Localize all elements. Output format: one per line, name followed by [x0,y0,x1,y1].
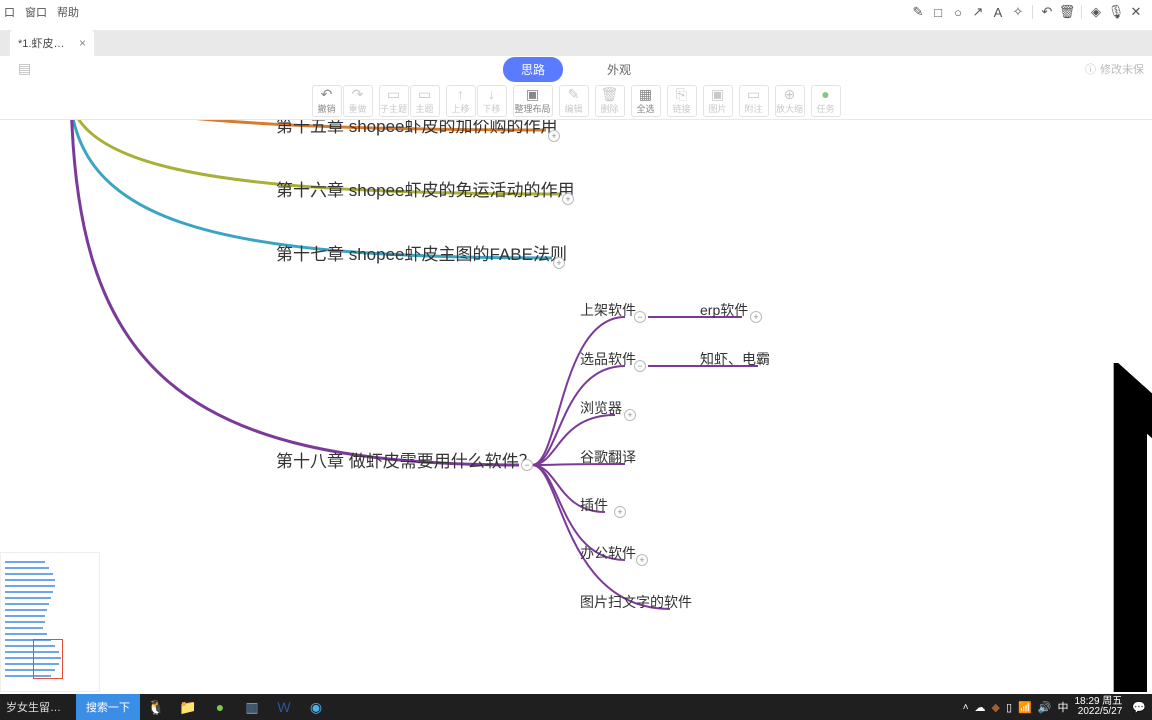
toolbar: ↶撤销 ↷重做 ▭子主题 ▭主题 ↑上移 ↓下移 ▣整理布局 ✎编辑 🗑删除 ▦… [0,82,1152,120]
menu-help[interactable]: 帮助 [57,4,79,20]
taskbar-clock[interactable]: 18:29 周五 2022/5/27 [1074,697,1126,717]
node-office-sw[interactable]: 办公软件 [580,543,636,563]
expand-ch15[interactable]: + [548,130,560,142]
viewmode-pill: 思路 外观 [503,57,649,82]
taskbar-app-notes[interactable]: ▥ [236,694,268,720]
menu-window[interactable]: 窗口 [25,4,47,20]
tab-row: *1.虾皮实… × [0,30,1152,56]
outline-icon[interactable]: ▤ [18,60,31,77]
menu-file[interactable]: 口 [4,4,15,20]
arrow-icon[interactable]: ↗ [968,2,988,22]
node-zhixia-dianba[interactable]: 知虾、电霸 [700,349,770,369]
taskbar-app-explorer[interactable]: 📁 [172,694,204,720]
square-icon[interactable]: □ [928,2,948,22]
collapse-listing-sw[interactable]: − [634,311,646,323]
node-selection-sw[interactable]: 选品软件 [580,349,636,369]
modify-unsaved-text: 修改未保 [1100,61,1144,77]
tray-notification-icon[interactable]: 💬 [1132,701,1146,714]
toolbar-note[interactable]: ▭附注 [739,85,769,117]
info-icon: ⓘ [1085,61,1096,77]
collapse-selection-sw[interactable]: − [634,360,646,372]
expand-erp-sw[interactable]: + [750,311,762,323]
expand-ch16[interactable]: + [562,193,574,205]
node-listing-sw[interactable]: 上架软件 [580,300,636,320]
node-chapter-16[interactable]: 第十六章 shopee虾皮的免运活动的作用 [276,176,575,201]
toolbar-up[interactable]: ↑上移 [446,85,476,117]
tray-ime-label[interactable]: 中 [1057,699,1068,715]
taskbar-tray: ˄ ☁ ◆ ▯ 📶 🔊 中 18:29 周五 2022/5/27 💬 [963,697,1152,717]
close-icon[interactable]: ✕ [1126,2,1146,22]
menubar: 口 窗口 帮助 [0,0,79,24]
node-plugin[interactable]: 插件 [580,495,608,515]
viewmode-appearance[interactable]: 外观 [589,57,649,82]
mic-icon[interactable]: 🎙 [1106,2,1126,22]
taskbar-app-word[interactable]: W [268,694,300,720]
sound-icon[interactable]: ◈ [1086,2,1106,22]
expand-office-sw[interactable]: + [636,554,648,566]
tray-wifi-icon[interactable]: 📶 [1018,701,1032,714]
circle-icon[interactable]: ○ [948,2,968,22]
node-browser[interactable]: 浏览器 [580,398,622,418]
node-ocr-sw[interactable]: 图片扫文字的软件 [580,592,692,612]
node-chapter-15[interactable]: 第十五章 shopee虾皮的加价购的作用 [276,120,558,137]
toolbar-down[interactable]: ↓下移 [477,85,507,117]
toolbar-task[interactable]: ●任务 [811,85,841,117]
taskbar-app-1[interactable]: 🐧 [140,694,172,720]
minimap-viewport[interactable] [33,639,63,679]
tray-volume-icon[interactable]: 🔊 [1038,701,1052,714]
mindmap-canvas[interactable]: 第十五章 shopee虾皮的加价购的作用 + 第十六章 shopee虾皮的免运活… [0,120,1152,692]
trash-icon[interactable]: 🗑 [1057,2,1077,22]
tray-chevron-icon[interactable]: ˄ [963,702,969,713]
magic-icon[interactable]: ✧ [1008,2,1028,22]
toolbar-layout[interactable]: ▣整理布局 [513,85,553,117]
toolbar-undo[interactable]: ↶撤销 [312,85,342,117]
toolbar-edit[interactable]: ✎编辑 [559,85,589,117]
toolbar-select-all[interactable]: ▦全选 [631,85,661,117]
titlebar: ✎ □ ○ ↗ A ✧ ↶ 🗑 ◈ 🎙 ✕ [0,0,1152,24]
mouse-cursor-icon [721,363,1152,692]
toolbar-image[interactable]: ▣图片 [703,85,733,117]
undo-icon[interactable]: ↶ [1037,2,1057,22]
viewmode-row: ▤ 思路 外观 ⓘ 修改未保 [0,56,1152,82]
tab-label: *1.虾皮实… [18,35,73,51]
windows-taskbar: 岁女生留遗书死亡 搜索一下 🐧 📁 ● ▥ W ◉ ˄ ☁ ◆ ▯ 📶 🔊 中 … [0,694,1152,720]
tray-battery-icon[interactable]: ▯ [1006,701,1012,714]
expand-browser[interactable]: + [624,409,636,421]
toolbar-redo[interactable]: ↷重做 [343,85,373,117]
modify-unsaved-label: ⓘ 修改未保 [1085,61,1144,77]
toolbar-link[interactable]: ⎘链接 [667,85,697,117]
collapse-ch18[interactable]: − [521,459,533,471]
tray-shield-icon[interactable]: ◆ [992,701,1000,714]
minimap[interactable] [0,552,100,692]
taskbar-app-browser1[interactable]: ● [204,694,236,720]
node-chapter-17[interactable]: 第十七章 shopee虾皮主图的FABE法则 [276,240,567,265]
expand-ch17[interactable]: + [553,257,565,269]
taskbar-news[interactable]: 岁女生留遗书死亡 [0,699,76,715]
mindmap-connectors [0,120,1152,692]
titlebar-right-tools: ✎ □ ○ ↗ A ✧ ↶ 🗑 ◈ 🎙 ✕ [908,2,1152,22]
toolbar-zoom[interactable]: ⊕放大缩 [775,85,805,117]
expand-plugin[interactable]: + [614,506,626,518]
separator [1032,5,1033,19]
tray-cloud-icon[interactable]: ☁ [975,701,986,714]
node-chapter-18[interactable]: 第十八章 做虾皮需要用什么软件？ [276,447,536,472]
taskbar-app-browser2[interactable]: ◉ [300,694,332,720]
separator [1081,5,1082,19]
text-a-icon[interactable]: A [988,2,1008,22]
node-google-translate[interactable]: 谷歌翻译 [580,447,636,467]
tab-close-icon[interactable]: × [79,36,86,50]
taskbar-search[interactable]: 搜索一下 [76,694,140,720]
node-erp-sw[interactable]: erp软件 [700,300,748,320]
pencil-icon[interactable]: ✎ [908,2,928,22]
viewmode-thought[interactable]: 思路 [503,57,563,82]
toolbar-delete[interactable]: 🗑删除 [595,85,625,117]
toolbar-topic[interactable]: ▭主题 [410,85,440,117]
tab-document[interactable]: *1.虾皮实… × [10,30,94,56]
toolbar-subtopic[interactable]: ▭子主题 [379,85,409,117]
